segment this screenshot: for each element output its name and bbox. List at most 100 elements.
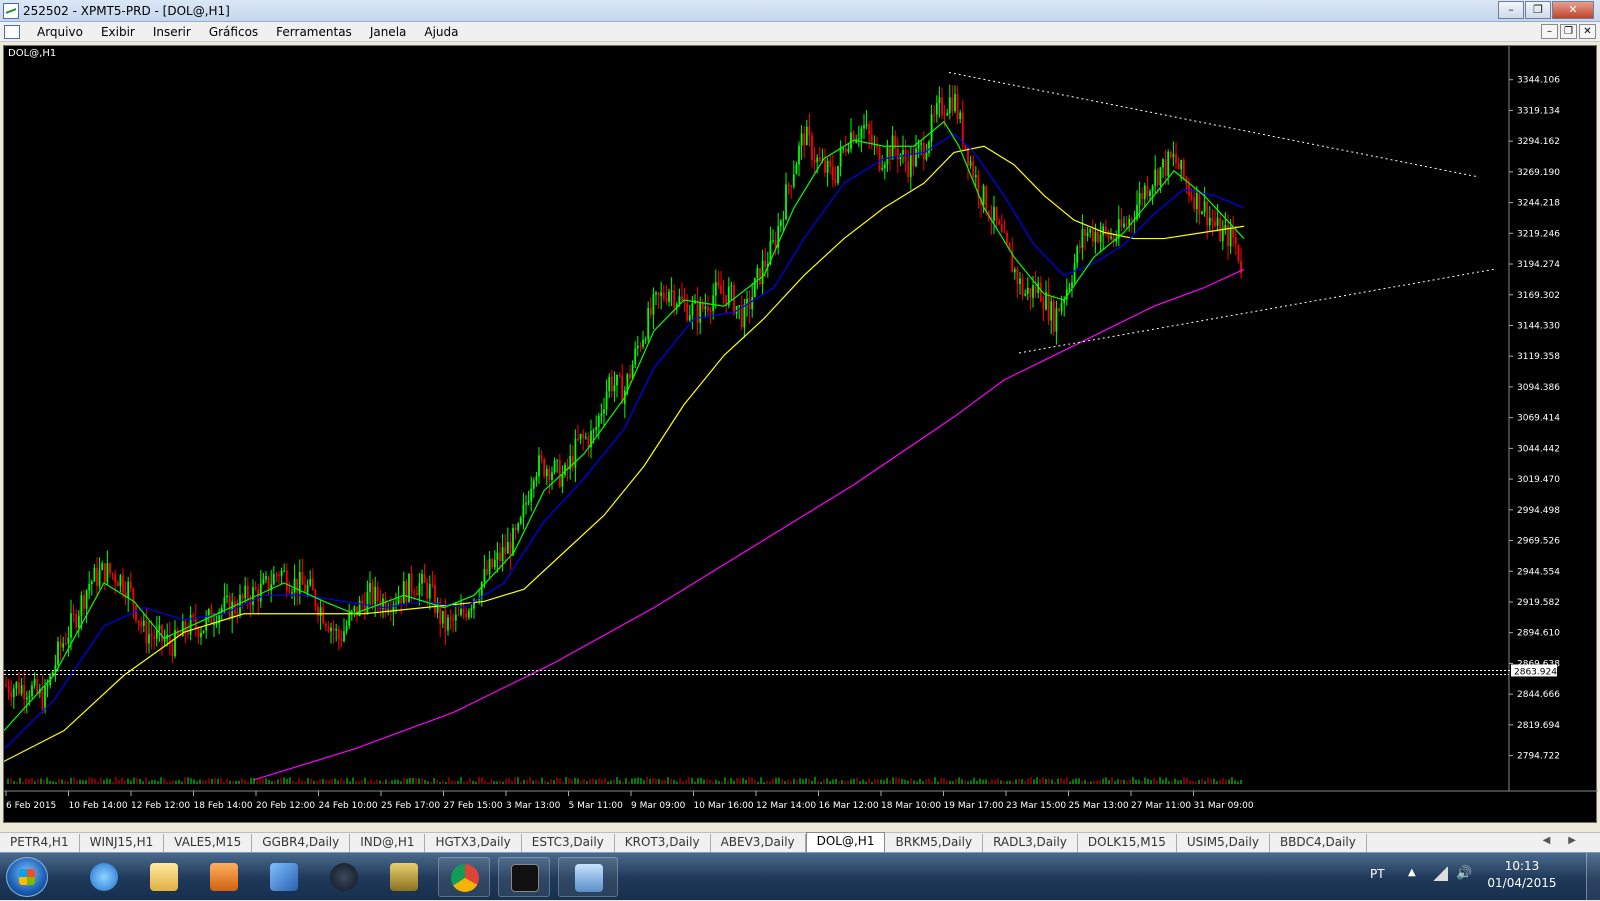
language-indicator[interactable]: PT [1370,867,1385,881]
candle-body [1182,159,1185,178]
candle-body [1151,186,1154,192]
window-close-button[interactable]: ✕ [1552,1,1594,19]
window-title-bar[interactable]: 252502 - XPMT5-PRD - [DOL@,H1] – ❐ ✕ [0,0,1600,22]
menu-ajuda[interactable]: Ajuda [415,22,467,42]
chart-restore-button[interactable]: ❐ [1560,24,1577,39]
candle-body [236,613,239,615]
candle-body [545,468,548,477]
tab-radl3-daily[interactable]: RADL3,Daily [983,834,1078,852]
chrome-icon[interactable] [438,857,490,897]
tab-estc3-daily[interactable]: ESTC3,Daily [522,834,615,852]
volume-icon[interactable]: 🔊 [1456,866,1472,881]
candle-body [80,595,83,616]
candle-body [1156,169,1159,186]
archive-app-icon[interactable] [378,857,430,897]
window-restore-button[interactable]: ❐ [1525,1,1551,19]
tab-bbdc4-daily[interactable]: BBDC4,Daily [1270,834,1367,852]
candle-body [772,240,774,242]
tab-brkm5-daily[interactable]: BRKM5,Daily [885,834,984,852]
candle-body [982,186,985,205]
candle-body [384,598,387,612]
candle-body [1006,232,1008,244]
menu-janela[interactable]: Janela [361,22,416,42]
candle-body [278,574,280,576]
clock[interactable]: 10:13 01/04/2015 [1482,858,1562,892]
candle-body [782,219,785,221]
price-tick-label: 3244.218 [1517,199,1560,209]
tab-dolk15-m15[interactable]: DOLK15,M15 [1078,834,1177,852]
chart-canvas[interactable]: 3344.106 3319.134 3294.162 3269.190 3244.218… [4,46,1598,824]
menu-graficos[interactable]: Gráficos [200,22,267,42]
candle-body [189,615,192,635]
show-desktop-button[interactable] [1586,853,1600,901]
candle-body [7,685,10,693]
price-chart[interactable]: 3344.106 3319.134 3294.162 3269.190 3244.218… [3,45,1598,824]
tab-vale5-m15[interactable]: VALE5,M15 [164,834,253,852]
tab-hgtx3-daily[interactable]: HGTX3,Daily [425,834,522,852]
candle-body [813,160,816,163]
start-button[interactable] [6,857,48,897]
chart-close-button[interactable]: ✕ [1579,24,1596,39]
candle-body [1175,153,1177,163]
candle-body [595,427,598,431]
internet-explorer-icon[interactable] [78,857,130,897]
file-explorer-icon[interactable] [138,857,190,897]
candle-body [259,583,262,602]
menu-arquivo[interactable]: Arquivo [28,22,92,42]
tab-krot3-daily[interactable]: KROT3,Daily [615,834,711,852]
candle-body [288,590,291,593]
chart-minimize-button[interactable]: – [1541,24,1558,39]
candle-body [25,697,28,700]
candle-body [1232,227,1235,238]
candle-body [10,692,13,698]
price-tick-label: 3219.246 [1517,229,1560,239]
tab-abev3-daily[interactable]: ABEV3,Daily [711,834,806,852]
media-player-icon[interactable] [198,857,250,897]
network-icon[interactable] [1432,867,1448,881]
candle-body [616,374,618,386]
candle-body [714,282,717,296]
tab-dol-h1[interactable]: DOL@,H1 [805,832,886,852]
candle-body [1177,162,1180,170]
candle-body [1091,229,1094,242]
candle-body [1164,159,1167,176]
candle-body [805,126,808,146]
candle-body [418,583,421,596]
tab-petr4-h1[interactable]: PETR4,H1 [0,834,80,852]
metatrader-icon[interactable] [558,857,618,897]
tab-ggbr4-daily[interactable]: GGBR4,Daily [252,834,351,852]
tab-scroll-arrows[interactable]: ◀▶ [1543,835,1594,846]
candle-body [480,582,483,598]
document-chart-icon[interactable] [4,24,20,39]
time-tick-label: 23 Mar 15:00 [1006,801,1066,811]
candle-body [543,459,546,477]
menu-inserir[interactable]: Inserir [144,22,200,42]
trendline-2 [1018,268,1495,354]
candle-body [1169,151,1172,158]
candle-body [5,685,7,687]
candle-body [1055,308,1058,332]
tab-ind-h1[interactable]: IND@,H1 [350,834,426,852]
candle-body [395,603,397,605]
window-minimize-button[interactable]: – [1498,1,1524,19]
candle-body [605,391,608,410]
candle-body [665,298,668,302]
candle-body [943,115,946,117]
menu-ferramentas[interactable]: Ferramentas [267,22,361,42]
menu-exibir[interactable]: Exibir [92,22,144,42]
price-tick-label: 3294.162 [1517,137,1560,147]
tray-expand-icon[interactable]: ▲ [1408,867,1416,878]
hp-icon[interactable] [318,857,370,897]
candle-body [116,582,119,587]
candle-body [540,455,543,460]
candle-body [1201,211,1203,214]
tab-usim5-daily[interactable]: USIM5,Daily [1177,834,1270,852]
candle-body [150,634,153,637]
xp-app-icon[interactable] [498,857,550,897]
candle-body [842,148,845,150]
candle-body [863,125,865,129]
candle-body [831,166,834,180]
ma-slow-line [4,145,1245,762]
flag-app-icon[interactable] [258,857,310,897]
tab-winj15-h1[interactable]: WINJ15,H1 [80,834,165,852]
